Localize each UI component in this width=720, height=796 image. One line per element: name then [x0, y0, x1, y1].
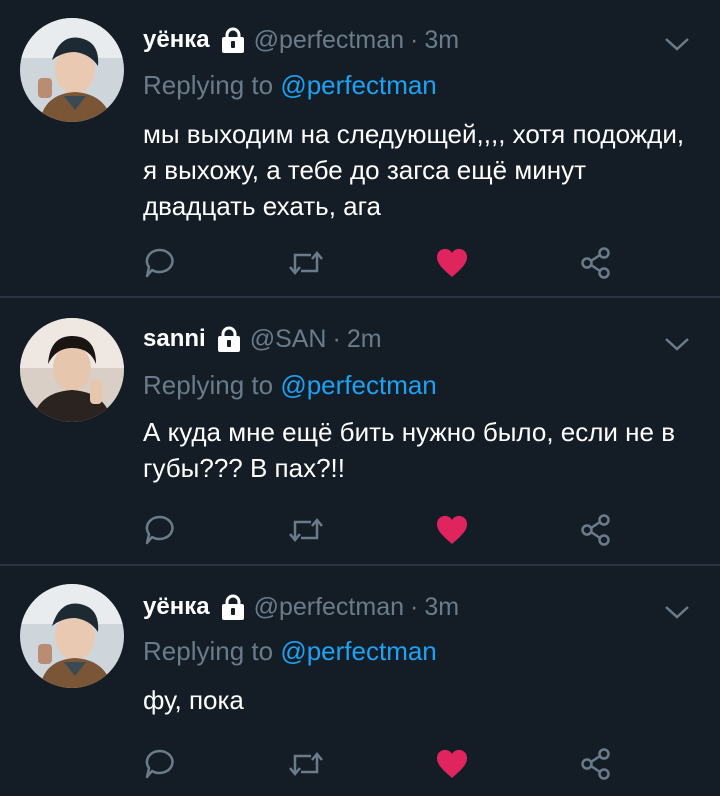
retweet-button[interactable] [286, 243, 326, 283]
reply-icon [145, 515, 174, 545]
avatar[interactable] [20, 18, 124, 122]
reply-button[interactable] [140, 510, 180, 550]
chevron-down-icon[interactable] [664, 336, 690, 352]
tweet-text: фу, пока [143, 685, 244, 715]
display-name[interactable]: sanni [143, 325, 206, 353]
share-icon [581, 247, 610, 279]
like-button[interactable] [432, 744, 472, 784]
display-name[interactable]: уёнка [143, 26, 210, 54]
tweet-actions [0, 510, 720, 550]
replying-to: Replying to @perfectman [143, 70, 437, 101]
tweet-header: sanni @SAN · 2m [143, 322, 382, 356]
lock-icon [220, 27, 246, 53]
tweet-text: мы выходим на следующей,,,, хотя подожди… [143, 119, 685, 221]
tweet[interactable]: sanni @SAN · 2m Replying to @perfectman … [0, 298, 720, 564]
chevron-down-icon[interactable] [664, 36, 690, 52]
lock-icon [216, 326, 242, 352]
replying-to: Replying to @perfectman [143, 370, 437, 401]
retweet-icon [289, 518, 323, 542]
share-button[interactable] [576, 243, 616, 283]
meta-separator: · [332, 324, 341, 353]
tweet-actions [0, 744, 720, 784]
chevron-down-icon[interactable] [664, 604, 690, 620]
lock-icon [220, 594, 246, 620]
mention-link[interactable]: @perfectman [280, 636, 436, 666]
reply-button[interactable] [140, 243, 180, 283]
timestamp[interactable]: 3m [424, 593, 459, 622]
reply-icon [145, 749, 174, 779]
replying-to-label: Replying to [143, 636, 274, 666]
like-button[interactable] [432, 510, 472, 550]
heart-icon [436, 749, 468, 778]
mention-link[interactable]: @perfectman [280, 70, 436, 100]
replying-to: Replying to @perfectman [143, 636, 437, 667]
mention-link[interactable]: @perfectman [280, 370, 436, 400]
meta-separator: · [410, 592, 419, 621]
tweet-header: уёнка @perfectman · 3m [143, 590, 459, 624]
share-icon [581, 514, 610, 546]
heart-icon [436, 515, 468, 544]
display-name[interactable]: уёнка [143, 593, 210, 621]
tweet-actions [0, 243, 720, 283]
tweet[interactable]: уёнка @perfectman · 3m Replying to @perf… [0, 566, 720, 796]
retweet-icon [289, 752, 323, 776]
user-handle[interactable]: @perfectman [254, 26, 404, 55]
retweet-button[interactable] [286, 510, 326, 550]
tweet-text: А куда мне ещё бить нужно было, если не … [143, 417, 676, 483]
meta-separator: · [410, 25, 419, 54]
share-button[interactable] [576, 510, 616, 550]
share-icon [581, 748, 610, 780]
tweet[interactable]: уёнка @perfectman · 3m Replying to @perf… [0, 0, 720, 296]
timestamp[interactable]: 2m [347, 325, 382, 354]
avatar[interactable] [20, 584, 124, 688]
retweet-icon [289, 251, 323, 275]
tweet-feed: уёнка @perfectman · 3m Replying to @perf… [0, 0, 720, 796]
avatar[interactable] [20, 318, 124, 422]
replying-to-label: Replying to [143, 70, 274, 100]
timestamp[interactable]: 3m [424, 26, 459, 55]
replying-to-label: Replying to [143, 370, 274, 400]
user-handle[interactable]: @perfectman [254, 593, 404, 622]
like-button[interactable] [432, 243, 472, 283]
reply-button[interactable] [140, 744, 180, 784]
user-handle[interactable]: @SAN [250, 325, 327, 354]
reply-icon [145, 248, 174, 278]
share-button[interactable] [576, 744, 616, 784]
tweet-header: уёнка @perfectman · 3m [143, 23, 459, 57]
retweet-button[interactable] [286, 744, 326, 784]
heart-icon [436, 248, 468, 277]
